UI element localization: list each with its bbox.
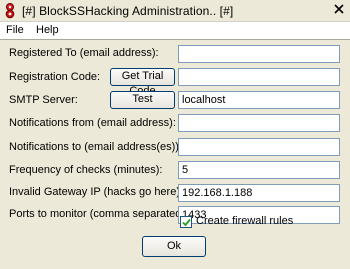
create-firewall-rules-checkbox[interactable]: [180, 216, 192, 228]
registered-to-label: Registered To (email address):: [9, 47, 159, 59]
invalid-gateway-ip-label: Invalid Gateway IP (hacks go here):: [9, 186, 184, 198]
frequency-label: Frequency of checks (minutes):: [9, 164, 163, 176]
frequency-input[interactable]: 5: [178, 161, 340, 179]
registration-code-input[interactable]: [178, 68, 340, 86]
menu-help[interactable]: Help: [36, 24, 59, 36]
ports-label: Ports to monitor (comma separated):: [9, 208, 189, 220]
ok-button[interactable]: Ok: [142, 236, 206, 257]
notifications-to-label: Notifications to (email address(es)):: [9, 141, 183, 153]
settings-panel: Registered To (email address): Registrat…: [0, 39, 350, 269]
smtp-server-label: SMTP Server:: [9, 94, 78, 106]
notifications-from-input[interactable]: [178, 114, 340, 132]
app-logo-icon: [3, 3, 17, 19]
close-icon[interactable]: [331, 3, 347, 17]
title-bar[interactable]: [#] BlockSSHacking Administration.. [#]: [0, 0, 350, 22]
menu-file[interactable]: File: [6, 24, 24, 36]
notifications-to-input[interactable]: [178, 138, 340, 156]
create-firewall-rules-label[interactable]: Create firewall rules: [196, 215, 293, 227]
menu-bar: File Help: [0, 22, 350, 39]
registration-code-label: Registration Code:: [9, 71, 101, 83]
invalid-gateway-ip-input[interactable]: 192.168.1.188: [178, 184, 340, 202]
notifications-from-label: Notifications from (email address):: [9, 117, 176, 129]
smtp-server-input[interactable]: localhost: [178, 91, 340, 109]
window-title: [#] BlockSSHacking Administration.. [#]: [22, 4, 234, 18]
registered-to-input[interactable]: [178, 45, 340, 63]
checkmark-icon: [182, 218, 191, 227]
app-window: [#] BlockSSHacking Administration.. [#] …: [0, 0, 350, 269]
test-smtp-button[interactable]: Test: [110, 91, 175, 109]
get-trial-code-button[interactable]: Get Trial Code: [110, 68, 175, 97]
